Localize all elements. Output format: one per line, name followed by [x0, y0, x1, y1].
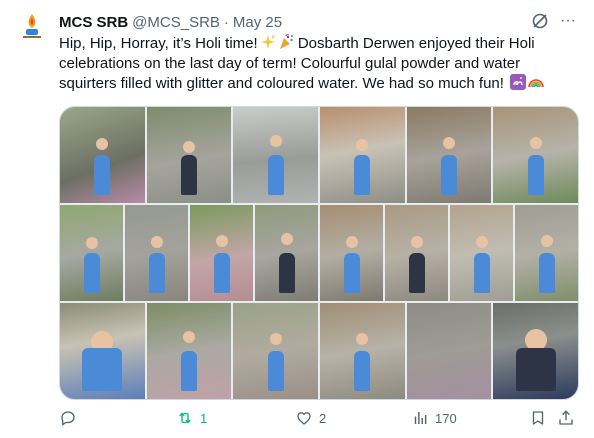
- holi-photo[interactable]: [320, 205, 383, 301]
- holi-photo[interactable]: [190, 205, 253, 301]
- holi-photo[interactable]: [385, 205, 448, 301]
- heart-icon: [297, 412, 311, 425]
- om-emoji-icon: [510, 74, 527, 90]
- action-bar: 1 2 170: [59, 406, 577, 430]
- media-row: [60, 303, 578, 399]
- holi-photo[interactable]: [60, 107, 145, 203]
- media-row: [60, 205, 578, 301]
- tweet-line1-after: Dosbarth Derwen enjoyed their Holi: [297, 35, 535, 52]
- tweet-line3: squirters filled with glitter and colour…: [59, 75, 504, 92]
- more-icon[interactable]: ···: [558, 11, 578, 31]
- author-name[interactable]: MCS SRB: [59, 14, 128, 31]
- retweet-button[interactable]: 1: [176, 406, 207, 430]
- author-handle[interactable]: @MCS_SRB: [132, 14, 220, 31]
- holi-photo[interactable]: [60, 303, 145, 399]
- holi-photo[interactable]: [450, 205, 513, 301]
- tweet-timestamp[interactable]: May 25: [233, 14, 282, 31]
- bookmark-icon: [532, 411, 544, 425]
- tweet-header: MCS SRB @MCS_SRB · May 25: [59, 12, 282, 32]
- like-button[interactable]: 2: [295, 406, 326, 430]
- holi-photo[interactable]: [233, 303, 319, 399]
- like-count: 2: [319, 410, 327, 426]
- separator-dot: ·: [223, 13, 229, 31]
- avatar[interactable]: [14, 8, 50, 44]
- rainbow-emoji-icon: [528, 79, 544, 88]
- holi-photo[interactable]: [60, 205, 123, 301]
- holi-photo[interactable]: [320, 303, 405, 399]
- holi-photo[interactable]: [255, 205, 318, 301]
- retweet-count: 1: [200, 410, 208, 426]
- party-popper-emoji-icon: [279, 34, 293, 49]
- holi-photo[interactable]: [493, 107, 578, 203]
- tweet-text: Hip, Hip, Horray, it’s Holi time! Dosbar…: [59, 34, 583, 94]
- tweet-line: Hip, Hip, Horray, it’s Holi time! Dosbar…: [59, 34, 583, 54]
- tweet-line2: celebrations on the last day of term! Co…: [59, 55, 521, 72]
- views-button[interactable]: 170: [411, 406, 457, 430]
- sparkles-emoji-icon: [260, 35, 275, 49]
- holi-photo[interactable]: [406, 303, 492, 399]
- holi-photo[interactable]: [320, 107, 405, 203]
- school-logo-icon: [14, 8, 50, 44]
- holi-photo[interactable]: [125, 205, 188, 301]
- grok-icon[interactable]: [531, 12, 549, 30]
- holi-photo[interactable]: [515, 205, 578, 301]
- reply-icon: [61, 411, 75, 426]
- reply-button[interactable]: [59, 406, 83, 430]
- share-icon: [559, 410, 573, 425]
- retweet-icon: [179, 412, 191, 424]
- tweet-line1: Hip, Hip, Horray, it’s Holi time!: [59, 35, 258, 52]
- holi-photo[interactable]: [406, 107, 492, 203]
- media-grid[interactable]: [59, 106, 579, 400]
- views-count: 170: [435, 410, 457, 426]
- views-icon: [414, 412, 427, 424]
- share-button[interactable]: [557, 406, 575, 430]
- holi-photo[interactable]: [146, 107, 232, 203]
- holi-photo[interactable]: [146, 303, 232, 399]
- tweet-line: squirters filled with glitter and colour…: [59, 74, 583, 94]
- holi-photo[interactable]: [233, 107, 319, 203]
- holi-photo[interactable]: [493, 303, 578, 399]
- media-row: [60, 107, 578, 203]
- bookmark-button[interactable]: [529, 406, 547, 430]
